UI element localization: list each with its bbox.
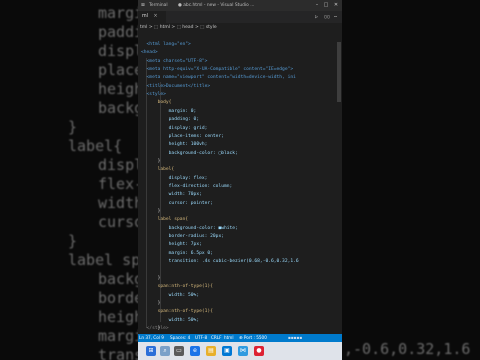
- status-eol[interactable]: CRLF: [211, 334, 222, 342]
- background-right-blur: ,-0.6,0.32,1.6: [342, 0, 480, 360]
- windows-start-icon[interactable]: ⊞: [146, 346, 156, 356]
- code-line[interactable]: <html lang="en">: [141, 42, 191, 48]
- tab-close-icon[interactable]: ×: [154, 14, 158, 19]
- code-line[interactable]: margin: 0;: [141, 109, 197, 115]
- code-line[interactable]: width: 70px;: [141, 192, 202, 198]
- code-line[interactable]: background-color: ■white;: [141, 226, 238, 232]
- status-bar: Ln 37, Col 9 Spaces: 4 UTF-8 CRLF html ⊕…: [138, 334, 342, 342]
- vscode-taskbar-icon[interactable]: ⋈: [238, 346, 248, 356]
- code-line[interactable]: width: 50%;: [141, 318, 199, 324]
- code-line[interactable]: margin: 6.5px 0;: [141, 251, 213, 257]
- code-line[interactable]: place-items: center;: [141, 134, 224, 140]
- store-icon[interactable]: ▣: [222, 346, 232, 356]
- tab-label: ml: [142, 14, 149, 19]
- background-code-line: paddi: [98, 23, 138, 41]
- code-line[interactable]: height: 100vh;: [141, 142, 208, 148]
- code-line[interactable]: }: [141, 301, 161, 307]
- background-code-line: label span: [68, 251, 138, 269]
- background-code-line: margi: [98, 327, 138, 345]
- code-line[interactable]: display: grid;: [141, 126, 208, 132]
- tab-bar: ml × ▷ ▯▯ ⋯: [138, 11, 342, 23]
- code-line[interactable]: }: [141, 276, 161, 282]
- app-icon[interactable]: ●: [254, 346, 264, 356]
- code-line[interactable]: }: [141, 159, 161, 165]
- background-code-line: displ: [98, 156, 138, 174]
- status-spaces[interactable]: Spaces: 4: [170, 334, 190, 342]
- scrollbar-thumb[interactable]: [337, 42, 341, 102]
- search-icon[interactable]: ⌕: [160, 346, 170, 356]
- status-language[interactable]: html: [224, 334, 234, 342]
- background-code-line: backg: [98, 99, 138, 117]
- background-left-blur: margipaddidisplplaceheighbackg}label{dis…: [0, 0, 138, 360]
- code-line[interactable]: height: 7px;: [141, 242, 202, 248]
- background-code-line: flex-: [98, 175, 138, 193]
- code-line[interactable]: background-color: ▢black;: [141, 151, 238, 157]
- code-line[interactable]: label span{: [141, 217, 188, 223]
- code-line[interactable]: border-radius: 20px;: [141, 234, 224, 240]
- edge-icon[interactable]: e: [190, 346, 200, 356]
- file-explorer-icon[interactable]: ▤: [206, 346, 216, 356]
- background-code-line: margi: [98, 4, 138, 22]
- code-line[interactable]: <title>Document</title>: [141, 84, 211, 90]
- code-line[interactable]: <meta charset="UTF-8">: [141, 59, 208, 65]
- vscode-logo-icon: ⊠: [141, 3, 145, 8]
- background-code-line: label{: [68, 137, 123, 155]
- code-line[interactable]: }: [141, 209, 161, 215]
- code-line[interactable]: label{: [141, 167, 175, 173]
- code-line[interactable]: span:nth-of-type(1){: [141, 309, 213, 315]
- background-code-line: ,-0.6,0.32,1.6: [344, 340, 471, 358]
- background-code-line: displ: [98, 42, 138, 60]
- code-line[interactable]: flex-direction: column;: [141, 184, 233, 190]
- background-code-line: width: [98, 194, 138, 212]
- code-editor[interactable]: <html lang="en"> <head> <meta charset="UT…: [138, 32, 336, 332]
- editor-scrollbar[interactable]: [336, 32, 342, 332]
- code-line[interactable]: <head>: [141, 50, 158, 56]
- windows-taskbar: ⊞ ⌕ ▭ e ▤ ▣ ⋈ ●: [138, 342, 342, 360]
- status-position[interactable]: Ln 37, Col 9: [139, 334, 164, 342]
- background-code-line: heigh: [98, 308, 138, 326]
- run-icon[interactable]: ▷: [315, 14, 318, 20]
- more-icon[interactable]: ⋯: [334, 14, 337, 20]
- code-line[interactable]: padding: 0;: [141, 117, 199, 123]
- code-line[interactable]: body{: [141, 100, 172, 106]
- background-code-line: trans: [98, 346, 138, 360]
- window-title: ● abc.html - new - Visual Studio ...: [178, 3, 255, 8]
- code-line[interactable]: display: flex;: [141, 176, 208, 182]
- code-line[interactable]: transition: .4s cubic-bezier(0.68,-0.6,0…: [141, 259, 299, 265]
- split-editor-icon[interactable]: ▯▯: [324, 14, 330, 20]
- background-code-line: curso: [98, 213, 138, 231]
- code-line[interactable]: <style>: [141, 92, 166, 98]
- background-code-line: }: [68, 232, 78, 250]
- tab-abc-html[interactable]: ml ×: [138, 11, 166, 23]
- maximize-button[interactable]: □: [323, 2, 329, 8]
- background-code-line: heigh: [98, 80, 138, 98]
- menu-terminal[interactable]: Terminal: [149, 3, 168, 8]
- closing-style-line: </style>: [141, 326, 169, 331]
- close-button[interactable]: ✕: [333, 2, 339, 8]
- breadcrumb[interactable]: tml > ⬚ html > ⬚ head > ⬚ style: [138, 23, 342, 32]
- status-encoding[interactable]: UTF-8: [195, 334, 207, 342]
- minimize-button[interactable]: –: [314, 2, 320, 8]
- background-code-line: borde: [98, 289, 138, 307]
- code-line[interactable]: cursor: pointer;: [141, 201, 213, 207]
- task-view-icon[interactable]: ▭: [174, 346, 184, 356]
- status-extra: ▪▪▪▪▪: [288, 335, 303, 340]
- vscode-window: ⊠ Terminal ● abc.html - new - Visual Stu…: [138, 0, 342, 360]
- code-line[interactable]: span:nth-of-type(1){: [141, 284, 213, 290]
- code-line[interactable]: <meta name="viewport" content="width=dev…: [141, 75, 296, 81]
- background-code-line: place: [98, 61, 138, 79]
- background-code-line: backg: [98, 270, 138, 288]
- background-code-line: }: [68, 118, 78, 136]
- code-line[interactable]: width: 50%;: [141, 293, 199, 299]
- title-bar: ⊠ Terminal ● abc.html - new - Visual Stu…: [138, 0, 342, 11]
- code-line[interactable]: <meta http-equiv="X-UA-Compatible" conte…: [141, 67, 294, 73]
- status-port[interactable]: ⊕ Port : 5500: [239, 334, 267, 342]
